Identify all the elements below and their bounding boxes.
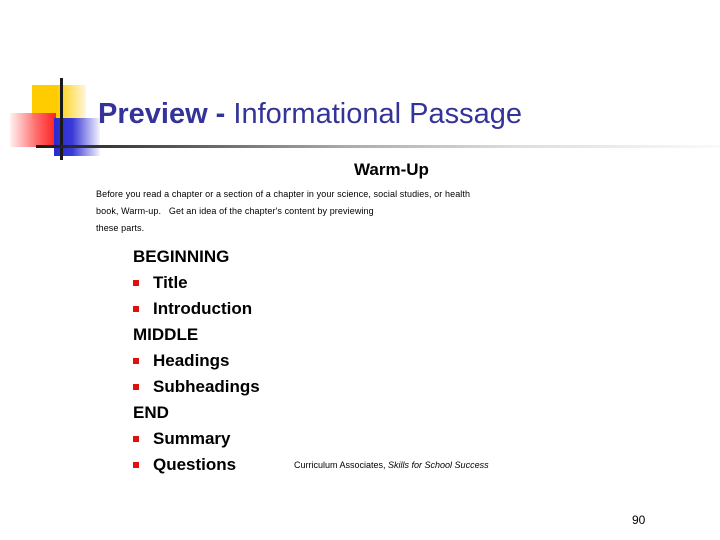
slide-title-bold: Preview - bbox=[98, 98, 226, 130]
outline-item-text: Introduction bbox=[153, 299, 253, 318]
outline-item: Subheadings bbox=[133, 375, 260, 401]
square-bullet-icon bbox=[133, 279, 139, 286]
credit-book-title: Skills for School Success bbox=[388, 460, 489, 470]
outline-item: Summary bbox=[133, 427, 260, 453]
outline-item-text: Headings bbox=[153, 351, 230, 370]
page-number: 90 bbox=[632, 513, 646, 527]
outline-heading-text: BEGINNING bbox=[133, 247, 230, 266]
square-bullet-icon bbox=[133, 461, 139, 468]
slide-subtitle: Warm-Up bbox=[354, 160, 429, 179]
outline-item: Title bbox=[133, 271, 260, 297]
outline-item: Questions bbox=[133, 453, 260, 479]
outline-heading: END bbox=[133, 401, 260, 427]
outline-heading: MIDDLE bbox=[133, 323, 260, 349]
intro-line: book, Warm-up. Get an idea of the chapte… bbox=[96, 206, 374, 216]
outline-item: Introduction bbox=[133, 297, 260, 323]
title-divider bbox=[36, 145, 720, 148]
slide-title-rest: Informational Passage bbox=[225, 98, 522, 130]
outline-list: BEGINNING Title Introduction MIDDLE Head… bbox=[133, 245, 260, 479]
intro-line: these parts. bbox=[96, 223, 145, 233]
outline-item-text: Title bbox=[153, 273, 188, 292]
slide-title: Preview - Informational Passage bbox=[98, 98, 522, 131]
intro-line: Before you read a chapter or a section o… bbox=[96, 189, 471, 199]
outline-item: Headings bbox=[133, 349, 260, 375]
square-bullet-icon bbox=[133, 435, 139, 442]
source-credit: Curriculum Associates, Skills for School… bbox=[294, 460, 489, 470]
outline-heading: BEGINNING bbox=[133, 245, 260, 271]
outline-heading-text: MIDDLE bbox=[133, 325, 199, 344]
intro-paragraph: Before you read a chapter or a section o… bbox=[96, 186, 536, 237]
logo-red-square bbox=[10, 113, 56, 147]
square-bullet-icon bbox=[133, 357, 139, 364]
outline-item-text: Summary bbox=[153, 429, 231, 448]
square-bullet-icon bbox=[133, 383, 139, 390]
square-bullet-icon bbox=[133, 305, 139, 312]
outline-heading-text: END bbox=[133, 403, 169, 422]
outline-item-text: Questions bbox=[153, 455, 237, 474]
credit-publisher: Curriculum Associates, bbox=[294, 460, 389, 470]
outline-item-text: Subheadings bbox=[153, 377, 260, 396]
